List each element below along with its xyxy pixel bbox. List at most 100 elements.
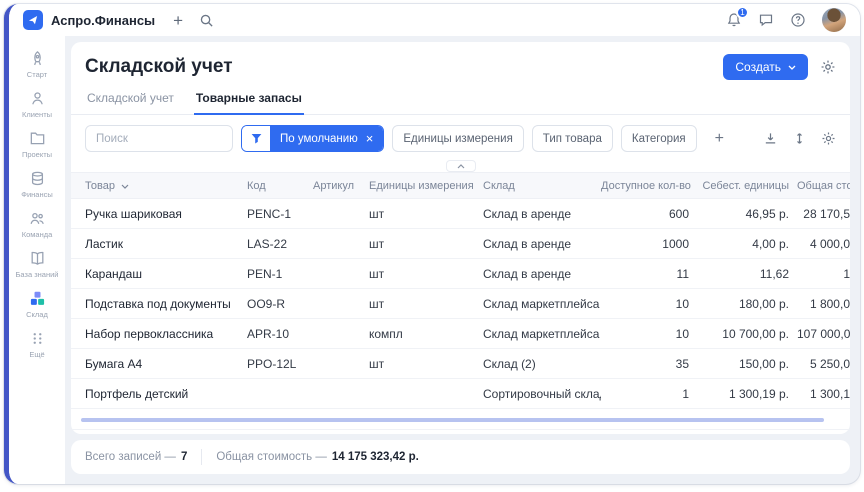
cell-name: Ластик [71,229,247,259]
column-header-name[interactable]: Товар [71,173,247,199]
cell-unit: шт [369,349,483,379]
table-search-input[interactable] [85,125,233,152]
cell-total: 4 000,0 [797,229,850,259]
total-cost-label: Общая стоимость — [216,451,327,463]
global-search-icon[interactable] [199,13,214,28]
chevron-up-icon [457,164,465,169]
sidebar-item-label: Ещё [29,350,44,359]
filter-clear-icon[interactable]: × [366,132,374,145]
collapse-row [71,160,850,172]
chevron-down-icon [788,65,796,70]
cell-warehouse: Склад маркетплейса [483,319,601,349]
cell-unit: шт [369,289,483,319]
sidebar-item-more[interactable]: Ещё [11,324,63,364]
sidebar-item-label: Финансы [21,190,53,199]
cell-qty: 1 [601,379,697,409]
sidebar-item-clients[interactable]: Клиенты [11,84,63,124]
filter-chip-3[interactable]: Категория [621,125,697,152]
quick-add-icon[interactable]: + [173,12,183,29]
sidebar-item-finance[interactable]: Финансы [11,164,63,204]
cell-qty: 600 [601,199,697,229]
cell-total: 5 250,0 [797,349,850,379]
cell-warehouse: Склад в аренде [483,229,601,259]
column-header-article[interactable]: Артикул [313,173,369,199]
notification-badge: 1 [736,6,749,19]
column-header-code[interactable]: Код [247,173,313,199]
sidebar-item-label: База знаний [16,270,59,279]
notifications-bell-icon[interactable]: 1 [726,12,742,28]
add-filter-button[interactable]: + [713,131,726,147]
horizontal-scrollbar[interactable] [81,418,824,422]
table-settings-gear-icon[interactable] [821,131,836,146]
cell-name: Подставка под документы [71,289,247,319]
column-header-total[interactable]: Общая стоимость [797,173,850,199]
cell-code: APR-10 [247,319,313,349]
cell-name: Портфель детский [71,379,247,409]
table-row[interactable]: Бумага А4PPO-12LштСклад (2)35150,00 р.5 … [71,349,850,379]
chat-icon[interactable] [758,12,774,28]
user-avatar[interactable] [822,8,846,32]
clients-icon [29,90,46,107]
cell-name: Ручка шариковая [71,199,247,229]
help-icon[interactable] [790,12,806,28]
cell-article [313,259,369,289]
filter-funnel-icon[interactable] [242,126,270,151]
summary-bar: Всего записей — 7 Общая стоимость — 14 1… [71,440,850,474]
filter-control[interactable]: По умолчанию × [241,125,384,152]
table-row[interactable]: Набор первоклассникаAPR-10комплСклад мар… [71,319,850,349]
table-header: Товар КодАртикулЕдиницы измеренияСкладДо… [71,173,850,199]
sidebar-item-kb[interactable]: База знаний [11,244,63,284]
sidebar-item-label: Старт [27,70,47,79]
cell-unit: шт [369,229,483,259]
cell-code: OO9-R [247,289,313,319]
inventory-table: Товар КодАртикулЕдиницы измеренияСкладДо… [71,172,850,409]
summary-divider [201,449,202,465]
cell-qty: 1000 [601,229,697,259]
sidebar-item-team[interactable]: Команда [11,204,63,244]
filter-default-pill[interactable]: По умолчанию × [270,126,383,151]
sidebar-item-warehouse[interactable]: Склад [11,284,63,324]
table-row[interactable]: ЛастикLAS-22штСклад в аренде10004,00 р.4… [71,229,850,259]
table-row[interactable]: Подставка под документыOO9-R штСклад марк… [71,289,850,319]
expand-rows-icon[interactable] [792,131,807,146]
column-header-warehouse[interactable]: Склад [483,173,601,199]
collapse-toolbar-button[interactable] [446,160,476,172]
tab-goods-stock[interactable]: Товарные запасы [194,87,304,115]
column-header-unit[interactable]: Единицы измерения [369,173,483,199]
cell-warehouse: Склад (2) [483,349,601,379]
start-icon [29,50,46,67]
sidebar-item-label: Команда [22,230,53,239]
filter-chip-1[interactable]: Единицы измерения [392,125,523,152]
tab-warehouse-accounting[interactable]: Складской учет [85,87,176,114]
table-row[interactable]: КарандашPEN-1штСклад в аренде1111,621 [71,259,850,289]
cell-cost: 1 300,19 р. [697,379,797,409]
column-header-qty[interactable]: Доступное кол-во [601,173,697,199]
column-header-cost[interactable]: Себест. единицы [697,173,797,199]
sidebar-item-projects[interactable]: Проекты [11,124,63,164]
download-icon[interactable] [763,131,778,146]
create-button[interactable]: Создать [723,54,808,80]
sort-chevron-icon [121,184,129,189]
filter-chip-2[interactable]: Тип товара [532,125,613,152]
kb-icon [29,250,46,267]
cell-code: PEN-1 [247,259,313,289]
table-toolbar: По умолчанию × Единицы измерения Тип това… [71,115,850,160]
cell-warehouse: Склад маркетплейса [483,289,601,319]
cell-code [247,379,313,409]
cell-name: Карандаш [71,259,247,289]
cell-qty: 11 [601,259,697,289]
sidebar-item-start[interactable]: Старт [11,44,63,84]
cell-qty: 35 [601,349,697,379]
page-settings-gear-icon[interactable] [820,59,836,75]
sidebar: Старт КлиентыПроекты Финансы Команда База зн… [9,36,65,484]
table-row[interactable]: Ручка шариковаяPENC-1штСклад в аренде600… [71,199,850,229]
projects-icon [29,130,46,147]
scrollbar-thumb[interactable] [81,418,824,422]
cell-article [313,229,369,259]
cell-total: 1 300,1 [797,379,850,409]
cell-qty: 10 [601,319,697,349]
sidebar-item-label: Склад [26,310,48,319]
table-body: Ручка шариковаяPENC-1штСклад в аренде600… [71,199,850,409]
topbar: Аспро.Финансы + 1 [9,4,860,36]
table-row[interactable]: Портфель детскийСортировочный склад11 30… [71,379,850,409]
